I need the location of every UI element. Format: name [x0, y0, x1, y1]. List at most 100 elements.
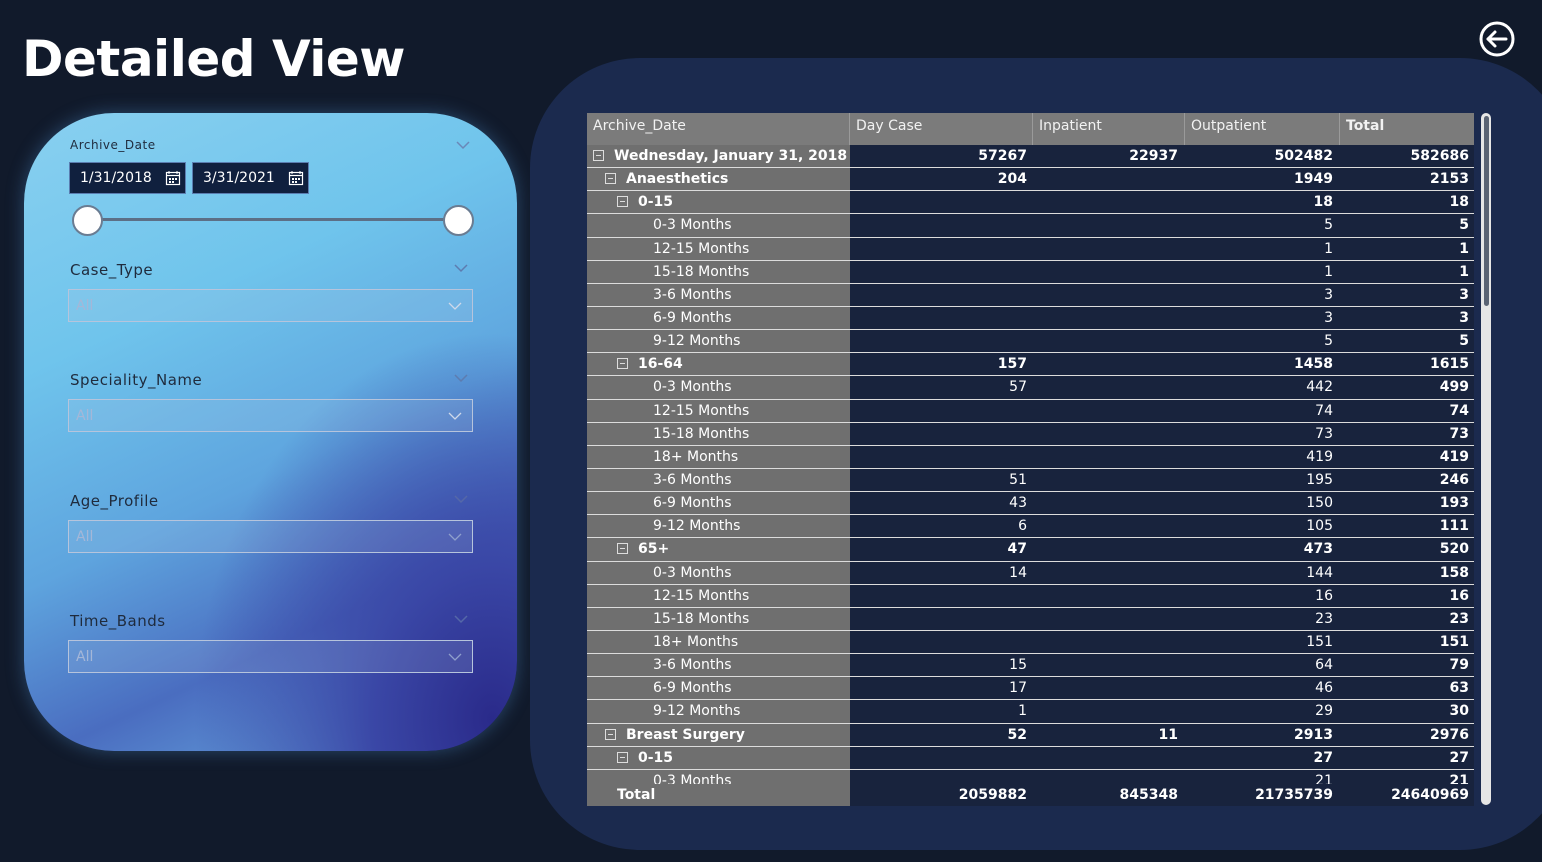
chevron-down-icon	[448, 302, 462, 310]
cell-outpatient: 2913	[1294, 726, 1333, 743]
row-label[interactable]: 0-15	[587, 746, 850, 769]
collapse-icon[interactable]	[617, 543, 628, 555]
cell-outpatient: 3	[1324, 286, 1333, 303]
chevron-down-icon[interactable]	[454, 494, 468, 504]
row-label: 9-12 Months	[587, 515, 850, 538]
cell-outpatient: 195	[1306, 471, 1333, 488]
cell-total: 158	[1439, 564, 1469, 581]
date-range-slider-track[interactable]	[88, 218, 459, 221]
date-range-end-handle[interactable]	[443, 205, 474, 236]
row-label: 12-15 Months	[587, 237, 850, 260]
cell-day-case: 52	[1007, 726, 1027, 743]
cell-total: 2153	[1430, 171, 1469, 188]
date-range-start-handle[interactable]	[72, 205, 103, 236]
cell-day-case	[850, 214, 1027, 236]
table-row: 9-12 Months 5 5	[587, 330, 1474, 354]
end-date-input[interactable]: 3/31/2021	[192, 162, 309, 194]
row-label[interactable]: Breast Surgery	[587, 723, 850, 746]
row-label[interactable]: 0-15	[587, 191, 850, 214]
header-archive-date[interactable]: Archive_Date	[587, 113, 850, 145]
table-row: 6-9 Months 43 150 193	[587, 492, 1474, 516]
row-label[interactable]: Anaesthetics	[587, 168, 850, 191]
cell-day-case: 43	[1009, 495, 1027, 512]
cell-outpatient: 3	[1324, 309, 1333, 326]
cell-day-case	[850, 747, 1027, 769]
collapse-icon[interactable]	[593, 150, 604, 161]
cell-inpatient	[1033, 400, 1178, 422]
cell-outpatient: 74	[1315, 402, 1333, 419]
cell-outpatient: 1	[1324, 240, 1333, 257]
cell-day-case: 47	[1007, 541, 1027, 558]
cell-day-case	[850, 261, 1027, 283]
collapse-icon[interactable]	[617, 751, 628, 763]
row-label: 0-3 Months	[587, 214, 850, 237]
age-profile-dropdown[interactable]: All	[68, 520, 473, 553]
row-label-text: 0-15	[638, 194, 674, 211]
row-label: 3-6 Months	[587, 468, 850, 492]
row-label-text: 0-3 Months	[653, 564, 732, 581]
calendar-icon[interactable]	[288, 170, 304, 186]
back-button[interactable]	[1477, 19, 1517, 59]
table-row: 9-12 Months 6 105 111	[587, 515, 1474, 539]
time-bands-value: All	[76, 648, 94, 665]
collapse-icon[interactable]	[605, 173, 616, 185]
table-row: 12-15 Months 1 1	[587, 237, 1474, 261]
row-label-text: 9-12 Months	[653, 703, 741, 720]
start-date-input[interactable]: 1/31/2018	[69, 162, 186, 194]
cell-total: 111	[1439, 518, 1469, 535]
row-label-text: 15-18 Months	[653, 263, 750, 280]
cell-inpatient	[1033, 261, 1178, 283]
chevron-down-icon[interactable]	[454, 373, 468, 383]
time-bands-dropdown[interactable]: All	[68, 640, 473, 673]
table-header: Archive_Date Day Case Inpatient Outpatie…	[587, 113, 1474, 145]
row-label: 9-12 Months	[587, 330, 850, 353]
age-profile-value: All	[76, 528, 94, 545]
chevron-down-icon[interactable]	[456, 140, 470, 150]
cell-inpatient	[1033, 515, 1178, 537]
cell-inpatient	[1033, 700, 1178, 722]
header-day-case[interactable]: Day Case	[850, 113, 1033, 145]
cell-outpatient: 29	[1315, 703, 1333, 720]
row-label[interactable]: 65+	[587, 538, 850, 561]
row-label: 12-15 Months	[587, 584, 850, 607]
chevron-down-icon[interactable]	[454, 263, 468, 273]
cell-outpatient: 473	[1303, 541, 1333, 558]
cell-total: 193	[1439, 495, 1469, 512]
row-label-text: 15-18 Months	[653, 425, 750, 442]
cell-total: 18	[1449, 194, 1469, 211]
row-label-text: 18+ Months	[653, 633, 739, 650]
table-row: 12-15 Months 16 16	[587, 584, 1474, 608]
collapse-icon[interactable]	[617, 196, 628, 208]
collapse-icon[interactable]	[605, 728, 616, 740]
chevron-down-icon	[448, 533, 462, 541]
cell-outpatient: 502482	[1274, 148, 1333, 164]
row-label-text: 65+	[638, 541, 670, 558]
row-label-text: 12-15 Months	[653, 587, 750, 604]
row-label[interactable]: Wednesday, January 31, 2018	[587, 145, 850, 168]
header-total[interactable]: Total	[1340, 113, 1474, 145]
cell-total: 1	[1459, 240, 1469, 257]
header-inpatient[interactable]: Inpatient	[1033, 113, 1185, 145]
cell-total: 1	[1459, 263, 1469, 280]
table-row: 0-15 18 18	[587, 191, 1474, 215]
speciality-name-dropdown[interactable]: All	[68, 399, 473, 432]
row-label-text: 6-9 Months	[653, 680, 732, 697]
table-row: 6-9 Months 3 3	[587, 306, 1474, 331]
cell-inpatient: 22937	[1129, 148, 1178, 164]
total-total: 24640969	[1391, 787, 1469, 803]
cell-outpatient: 5	[1324, 217, 1333, 234]
cell-day-case: 14	[1009, 564, 1027, 581]
row-label-text: 0-3 Months	[653, 217, 732, 234]
header-outpatient[interactable]: Outpatient	[1185, 113, 1340, 145]
cell-total: 79	[1449, 657, 1469, 674]
calendar-icon[interactable]	[165, 170, 181, 186]
cell-day-case	[850, 307, 1027, 329]
chevron-down-icon[interactable]	[454, 614, 468, 624]
cell-inpatient	[1033, 284, 1178, 306]
collapse-icon[interactable]	[617, 358, 628, 370]
speciality-name-value: All	[76, 407, 94, 424]
scrollbar-thumb[interactable]	[1484, 116, 1489, 306]
cell-inpatient	[1033, 562, 1178, 584]
row-label[interactable]: 16-64	[587, 353, 850, 376]
case-type-dropdown[interactable]: All	[68, 289, 473, 322]
